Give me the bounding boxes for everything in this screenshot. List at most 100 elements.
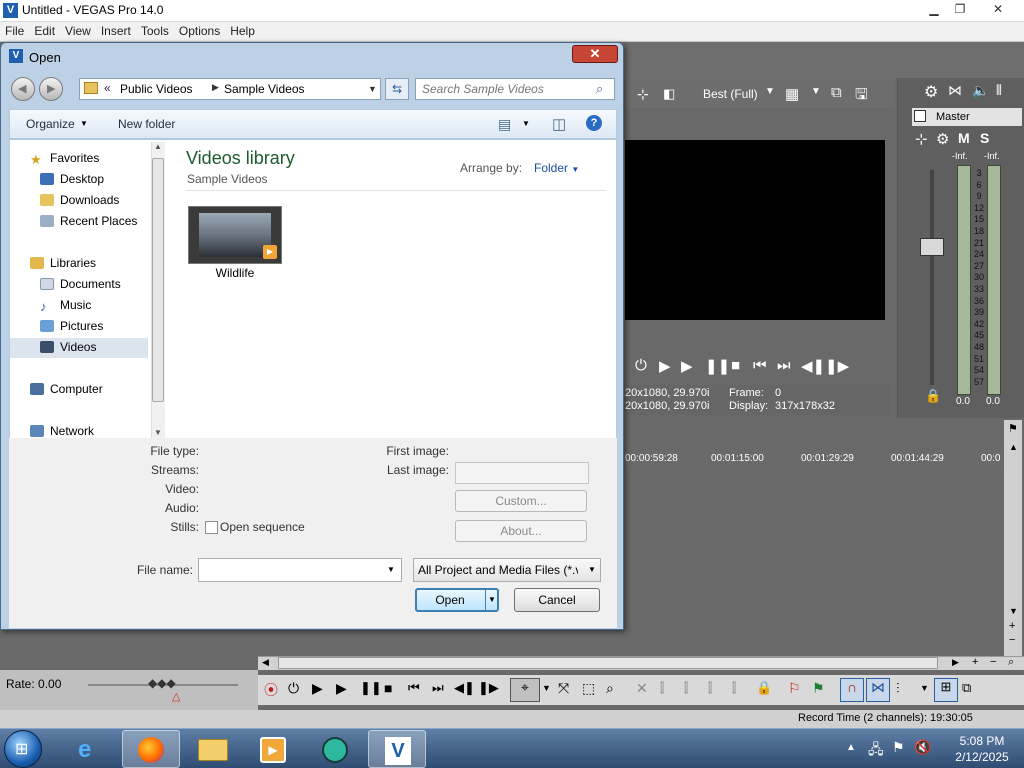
envelope-tool-icon[interactable]: ⤧ [558, 680, 569, 697]
clock-date[interactable]: 2/12/2025 [948, 750, 1016, 764]
restore-icon[interactable]: ❐ [946, 0, 974, 18]
search-icon[interactable]: ⌕ [596, 81, 603, 97]
menu-options[interactable]: Options [174, 22, 225, 40]
go-to-start-icon[interactable]: ⏮ [408, 680, 420, 696]
zoom-out-icon[interactable]: − [990, 656, 996, 668]
lock-icon[interactable]: 🔒 [756, 680, 772, 696]
auto-crossfade-icon[interactable]: ⋈ [866, 678, 890, 702]
show-hidden-icons-icon[interactable]: ▲ [846, 742, 856, 753]
insert-marker-icon[interactable]: ⚐ [788, 680, 801, 697]
breadcrumb-sample-videos[interactable]: Sample Videos [224, 82, 305, 96]
nav-libraries[interactable]: Libraries [30, 253, 96, 273]
split-screen-icon[interactable]: ⊹ [637, 86, 649, 103]
file-type-filter[interactable]: All Project and Media Files (*.ve ▼ [413, 558, 601, 582]
taskbar-vegas-pro[interactable]: V [368, 730, 426, 768]
pan-icon[interactable]: ⊹ [915, 130, 928, 148]
zoom-tool-icon[interactable]: ⌕ [606, 680, 614, 697]
volume-muted-icon[interactable]: 🔇 [914, 739, 931, 756]
split-icon[interactable]: ⫿ [732, 680, 736, 696]
nav-computer[interactable]: Computer [30, 379, 103, 399]
trim-end-icon[interactable]: ⫿ [708, 680, 712, 696]
go-to-end-icon[interactable]: ⏭ [777, 357, 791, 374]
custom-button[interactable]: Custom... [455, 490, 587, 512]
rate-slider-handle[interactable]: ◆◆◆ [148, 676, 176, 690]
zoom-out-icon[interactable]: − [1009, 634, 1015, 646]
fx-gear-icon[interactable]: ⚙ [936, 130, 949, 148]
loop-icon[interactable]: ⏻ [288, 680, 299, 697]
scroll-up-icon[interactable]: ▲ [1009, 442, 1018, 452]
previous-frame-icon[interactable]: ◀❚ [801, 357, 825, 375]
about-button[interactable]: About... [455, 520, 587, 542]
zoom-in-icon[interactable]: + [1009, 620, 1015, 632]
chevron-down-icon[interactable]: ▼ [387, 565, 395, 574]
timeline-ruler[interactable]: 00:00:59:28 00:01:15:00 00:01:29:29 00:0… [625, 450, 1010, 468]
loop-icon[interactable]: ⏻ [635, 357, 647, 374]
help-icon[interactable]: ? [586, 115, 602, 131]
scroll-thumb[interactable] [278, 657, 938, 669]
refresh-icon[interactable]: ⇆ [385, 78, 409, 100]
file-name-field[interactable]: ▼ [198, 558, 402, 582]
save-snapshot-icon[interactable]: 🖫 [855, 84, 868, 109]
nav-favorites[interactable]: ★ Favorites [30, 148, 99, 168]
cancel-button[interactable]: Cancel [514, 588, 600, 612]
close-icon[interactable]: ✕ [984, 0, 1012, 18]
preview-pane-icon[interactable]: ◫ [552, 115, 566, 133]
clock-time[interactable]: 5:08 PM [948, 734, 1016, 748]
lock-icon[interactable]: 🔒 [925, 388, 941, 404]
zoom-tool-icon[interactable]: ⌕ [1008, 656, 1014, 669]
record-icon[interactable]: ⦿ [264, 680, 278, 700]
downmix-icon[interactable]: ⋈ [948, 82, 962, 99]
play-icon[interactable]: ▶ [681, 357, 693, 375]
video-file-thumbnail[interactable]: ▶ [188, 206, 282, 264]
play-from-start-icon[interactable]: ▶ [659, 357, 671, 375]
snapping-icon[interactable]: ∩ [840, 678, 864, 702]
chevron-down-icon[interactable]: ▼ [811, 86, 821, 97]
menu-help[interactable]: Help [225, 22, 260, 40]
mute-button[interactable]: M [958, 130, 970, 146]
menu-insert[interactable]: Insert [96, 22, 136, 40]
trim-start-icon[interactable]: ⫿ [684, 680, 688, 696]
address-bar[interactable]: « Public Videos ▶ Sample Videos ▼ [79, 78, 381, 100]
delete-icon[interactable]: ✕ [636, 680, 648, 697]
taskbar-media-player[interactable]: ▶ [244, 730, 302, 768]
nav-recent-places[interactable]: Recent Places [40, 211, 137, 231]
nav-downloads[interactable]: Downloads [40, 190, 119, 210]
ripple-edit-icon[interactable]: ⫶ [896, 680, 900, 697]
chevron-down-icon[interactable]: ▼ [542, 683, 551, 693]
nav-pictures[interactable]: Pictures [40, 316, 103, 336]
next-frame-icon[interactable]: ❚▶ [825, 357, 849, 375]
bus-fx-icon[interactable]: ⫴ [996, 82, 1002, 99]
nav-desktop[interactable]: Desktop [40, 169, 104, 189]
pause-icon[interactable]: ❚❚ [705, 357, 730, 375]
minimize-icon[interactable]: ▁ [920, 0, 948, 18]
scroll-down-icon[interactable]: ▼ [154, 428, 162, 437]
play-from-start-icon[interactable]: ▶ [312, 680, 323, 697]
open-sequence-label[interactable]: Open sequence [220, 520, 305, 534]
dialog-close-button[interactable]: ✕ [572, 45, 618, 63]
master-fader[interactable] [920, 238, 944, 256]
stop-icon[interactable]: ■ [731, 357, 740, 374]
pause-icon[interactable]: ❚❚ [360, 680, 382, 696]
breadcrumb-overflow-icon[interactable]: « [104, 81, 111, 95]
nav-music[interactable]: ♪ Music [40, 295, 91, 315]
chevron-down-icon[interactable]: ▼ [522, 119, 530, 128]
next-frame-icon[interactable]: ❚▶ [478, 680, 499, 696]
scroll-right-icon[interactable]: ▶ [952, 657, 959, 668]
preview-quality[interactable]: Best (Full) [703, 87, 758, 101]
zoom-in-icon[interactable]: + [972, 656, 978, 668]
taskbar-firefox[interactable] [122, 730, 180, 768]
insert-region-icon[interactable]: ⚑ [812, 680, 825, 697]
scroll-down-icon[interactable]: ▼ [1009, 606, 1018, 616]
overlay-icon[interactable]: ◧ [663, 86, 675, 102]
timeline-horizontal-scrollbar[interactable]: ◀ ▶ + − ⌕ [258, 656, 1024, 670]
arrange-by-dropdown[interactable]: Folder ▼ [534, 161, 579, 175]
timeline-vertical-scrollbar[interactable]: ⚑ ▲ ▼ + − [1004, 420, 1022, 656]
go-to-start-icon[interactable]: ⏮ [753, 357, 767, 374]
lock-envelopes-icon[interactable]: ⊞ [934, 678, 958, 702]
open-button[interactable]: Open ▼ [415, 588, 499, 612]
dim-output-icon[interactable]: 🔈 [972, 82, 989, 99]
new-folder-button[interactable]: New folder [118, 117, 175, 131]
normal-edit-tool-icon[interactable]: ⌖ [510, 678, 540, 702]
scroll-left-icon[interactable]: ◀ [262, 657, 269, 668]
grid-icon[interactable]: ▦ [785, 85, 799, 103]
